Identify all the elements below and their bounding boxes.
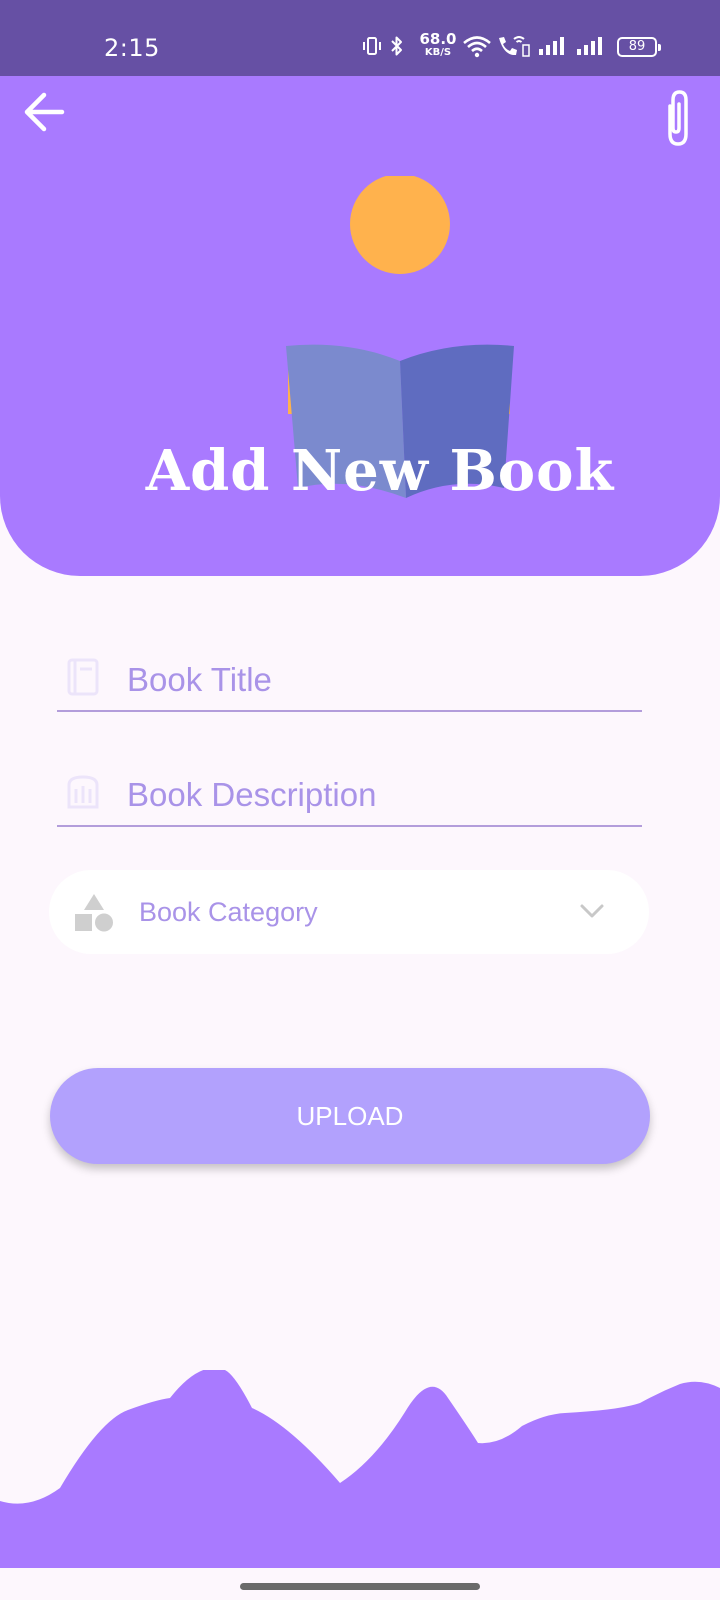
bottom-wave-decoration xyxy=(0,1370,720,1568)
arrow-back-icon xyxy=(24,92,65,132)
battery-icon: 89 xyxy=(617,37,661,57)
attach-button[interactable] xyxy=(650,82,706,150)
book-description-field[interactable] xyxy=(57,767,642,827)
upload-button[interactable]: UPLOAD xyxy=(50,1068,650,1164)
book-icon xyxy=(67,658,99,696)
chevron-down-icon xyxy=(580,904,604,918)
bluetooth-icon xyxy=(391,36,402,56)
header-panel: Add New Book xyxy=(0,76,720,576)
status-icons: 68.0 KB/S 89 xyxy=(362,30,672,62)
paperclip-icon xyxy=(668,90,688,146)
network-speed-value: 68.0 xyxy=(419,30,457,48)
vibrate-icon xyxy=(363,37,381,55)
wifi-calling-icon xyxy=(499,36,530,57)
status-time: 2:15 xyxy=(104,34,160,62)
network-speed: 68.0 KB/S xyxy=(418,30,458,59)
shapes-icon xyxy=(75,894,113,932)
page-title: Add New Book xyxy=(145,438,615,504)
signal-icon xyxy=(577,37,602,55)
network-speed-unit: KB/S xyxy=(424,47,452,58)
back-button[interactable] xyxy=(18,84,74,140)
status-bar: 2:15 68.0 KB/S 89 xyxy=(0,0,720,76)
description-icon xyxy=(67,775,99,809)
book-title-input[interactable] xyxy=(127,652,637,708)
wifi-icon xyxy=(463,36,491,58)
book-category-value: Book Category xyxy=(139,897,318,927)
gesture-nav-handle[interactable] xyxy=(240,1583,480,1590)
signal-icon xyxy=(539,37,564,55)
book-title-field[interactable] xyxy=(57,652,642,712)
book-category-dropdown[interactable]: Book Category xyxy=(49,870,649,954)
book-description-input[interactable] xyxy=(127,767,637,823)
